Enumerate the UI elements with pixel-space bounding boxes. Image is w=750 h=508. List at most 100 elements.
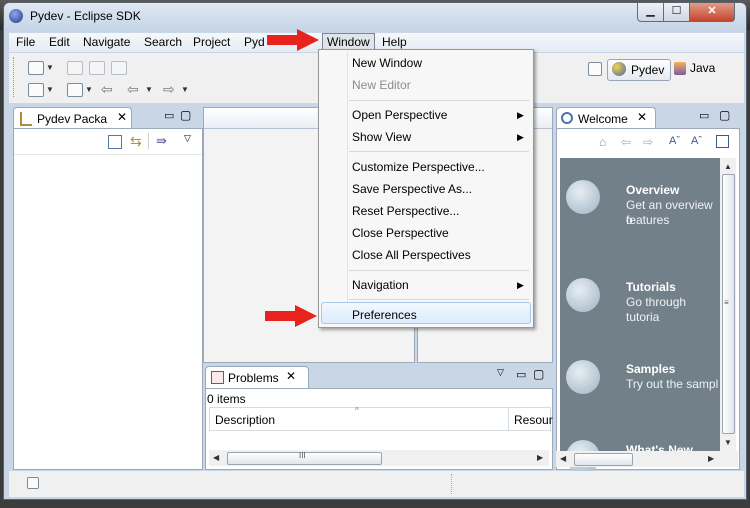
menu-project[interactable]: Project (193, 35, 230, 49)
chevron-down-icon[interactable]: ▼ (46, 85, 54, 94)
submenu-arrow-icon: ▶ (517, 132, 524, 142)
status-bar (9, 471, 744, 497)
view-menu-icon[interactable]: ▽ (184, 133, 191, 144)
scroll-left-arrow[interactable]: ◀ (213, 453, 219, 462)
toolbar-separator (148, 133, 149, 149)
thumb-grip-icon: ≡ (724, 298, 729, 307)
welcome-samples-title[interactable]: Samples (626, 362, 675, 376)
minimize-view-icon[interactable]: ▭ (699, 109, 709, 122)
close-icon[interactable]: ✕ (637, 110, 647, 124)
collapse-all-icon[interactable] (108, 135, 122, 149)
menu-open-perspective[interactable]: Open Perspective ▶ (319, 105, 533, 125)
view-menu-icon[interactable]: ▽ (497, 367, 504, 378)
problems-tab-label: Problems (228, 371, 279, 385)
problems-icon (211, 371, 224, 384)
column-resource[interactable]: Resour (514, 413, 553, 427)
maximize-view-icon[interactable]: ▢ (180, 108, 191, 122)
column-divider[interactable] (508, 408, 509, 430)
annotation-arrow-icon (265, 305, 317, 327)
menu-preferences[interactable]: Preferences (319, 305, 533, 325)
menu-close-all-perspectives[interactable]: Close All Perspectives (319, 245, 533, 265)
horizontal-scrollbar[interactable]: ◀ ▶ (556, 451, 738, 467)
tab-problems[interactable]: Problems ✕ (205, 366, 309, 389)
sort-ascending-icon[interactable]: ^ (355, 406, 359, 415)
scroll-right-arrow[interactable]: ▶ (708, 454, 714, 463)
home-icon[interactable]: ⌂ (599, 135, 606, 149)
scroll-right-arrow[interactable]: ▶ (537, 453, 543, 462)
toolbar-grip[interactable] (13, 57, 17, 97)
minimize-view-icon[interactable]: ▭ (164, 109, 174, 122)
save-icon[interactable] (67, 61, 83, 75)
print-icon[interactable] (111, 61, 127, 75)
close-icon[interactable]: ✕ (286, 369, 296, 383)
last-edit-location-icon[interactable]: ⇦ (101, 81, 113, 98)
perspective-java-label: Java (690, 61, 716, 75)
divider (14, 154, 202, 155)
menu-new-window[interactable]: New Window (319, 53, 533, 73)
fast-view-icon[interactable] (27, 477, 39, 489)
welcome-tab-label: Welcome (578, 112, 628, 126)
minimize-button[interactable]: ▁ (637, 3, 664, 22)
menu-customize-perspective[interactable]: Customize Perspective... (319, 157, 533, 177)
thumb-grip-icon: III (299, 451, 306, 460)
menu-separator (349, 299, 529, 300)
tutorials-icon (566, 278, 600, 312)
save-all-icon[interactable] (89, 61, 105, 75)
menu-pydev[interactable]: Pyd (244, 35, 265, 49)
chevron-down-icon[interactable]: ▼ (181, 85, 189, 94)
link-with-editor-icon[interactable]: ⇆ (130, 133, 142, 150)
menu-edit[interactable]: Edit (49, 35, 70, 49)
maximize-view-icon[interactable]: ▢ (719, 108, 730, 122)
decrease-font-icon[interactable]: Aˇ (669, 135, 680, 147)
restore-welcome-icon[interactable] (716, 135, 729, 148)
next-annotation-icon[interactable] (28, 83, 44, 97)
chevron-down-icon[interactable]: ▼ (85, 85, 93, 94)
title-bar[interactable]: Pydev - Eclipse SDK ▁ ☐ ✕ (4, 3, 746, 31)
open-perspective-icon[interactable] (588, 62, 602, 76)
prev-annotation-icon[interactable] (67, 83, 83, 97)
maximize-view-icon[interactable]: ▢ (533, 367, 544, 381)
welcome-overview-title[interactable]: Overview (626, 183, 679, 197)
welcome-tutorials-title[interactable]: Tutorials (626, 280, 676, 294)
back-arrow-icon[interactable]: ⇦ (127, 81, 139, 98)
filters-icon[interactable]: ⇛ (156, 133, 167, 149)
new-wizard-icon[interactable] (28, 61, 44, 75)
menu-close-perspective[interactable]: Close Perspective (319, 223, 533, 243)
welcome-content: Overview Get an overview o features Tuto… (560, 158, 720, 474)
menu-search[interactable]: Search (144, 35, 182, 49)
menu-separator (349, 270, 529, 271)
menu-file[interactable]: File (16, 35, 35, 49)
forward-arrow-icon[interactable]: ⇨ (163, 81, 175, 98)
increase-font-icon[interactable]: Aˆ (691, 135, 702, 147)
scroll-up-arrow[interactable]: ▲ (724, 162, 732, 171)
samples-icon (566, 360, 600, 394)
welcome-tutorials-desc: Go through tutoria (626, 295, 687, 324)
column-description[interactable]: Description (215, 413, 275, 427)
scrollbar-thumb[interactable] (574, 453, 633, 466)
java-icon (674, 62, 686, 75)
menu-navigation[interactable]: Navigation ▶ (319, 275, 533, 295)
close-button[interactable]: ✕ (689, 3, 735, 22)
menu-navigate[interactable]: Navigate (83, 35, 130, 49)
chevron-down-icon[interactable]: ▼ (145, 85, 153, 94)
chevron-down-icon[interactable]: ▼ (46, 63, 54, 72)
menu-save-perspective-as[interactable]: Save Perspective As... (319, 179, 533, 199)
close-icon[interactable]: ✕ (117, 110, 127, 124)
package-explorer-icon (20, 112, 32, 126)
back-arrow-icon[interactable]: ⇦ (621, 135, 631, 149)
tab-pydev-package-explorer[interactable]: Pydev Packa ✕ (13, 107, 132, 130)
tab-welcome[interactable]: Welcome ✕ (556, 107, 656, 130)
menu-show-view[interactable]: Show View ▶ (319, 127, 533, 147)
perspective-pydev-button[interactable]: Pydev (607, 59, 671, 81)
minimize-view-icon[interactable]: ▭ (516, 368, 526, 381)
scroll-left-arrow[interactable]: ◀ (560, 454, 566, 463)
maximize-button[interactable]: ☐ (663, 3, 690, 22)
forward-arrow-icon[interactable]: ⇨ (643, 135, 653, 149)
horizontal-scrollbar[interactable]: ◀ III ▶ (209, 450, 549, 466)
vertical-scrollbar[interactable]: ▲ ≡ ▼ (720, 158, 736, 451)
scroll-down-arrow[interactable]: ▼ (724, 438, 732, 447)
welcome-samples-desc: Try out the sampl (626, 377, 719, 391)
menu-reset-perspective[interactable]: Reset Perspective... (319, 201, 533, 221)
menu-help[interactable]: Help (382, 35, 407, 49)
submenu-arrow-icon: ▶ (517, 110, 524, 120)
